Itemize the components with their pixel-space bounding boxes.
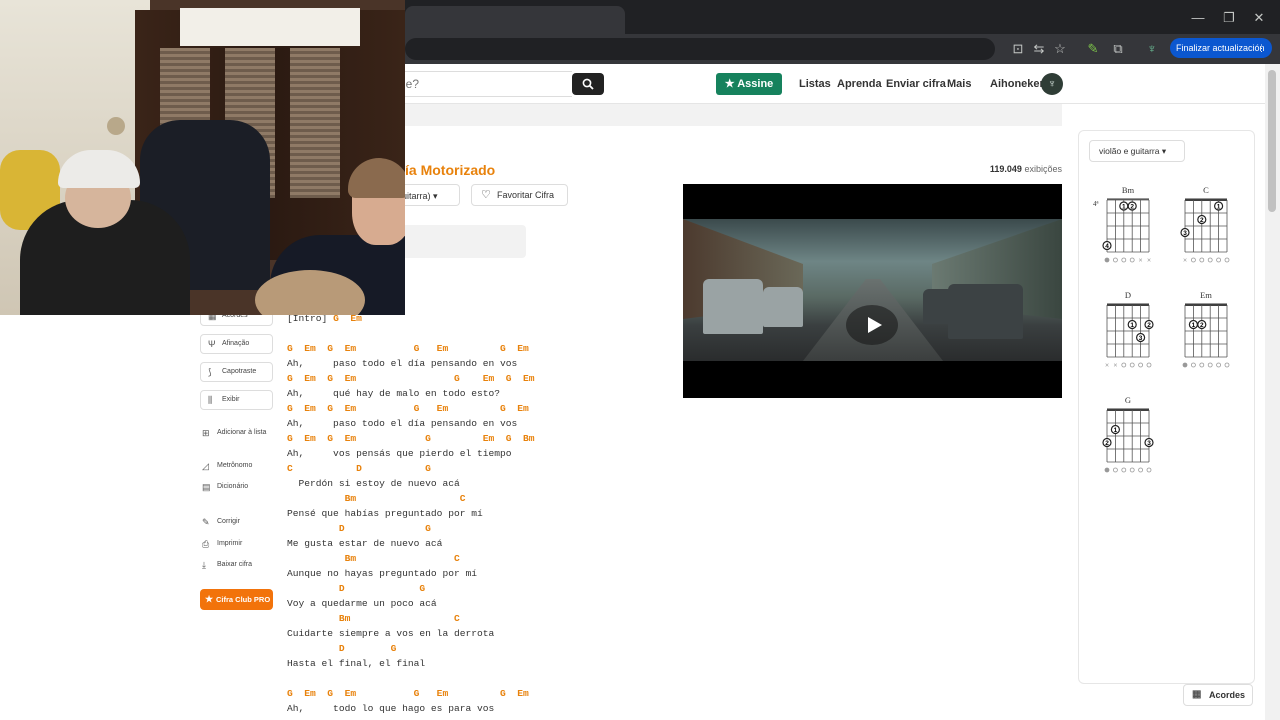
chord-line: Bm C (287, 553, 460, 564)
video-scene-car (923, 289, 958, 324)
webcam-shutter (290, 48, 340, 198)
add-to-list-link[interactable]: ⊞ Adicionar à lista (202, 428, 266, 438)
chord-line: Bm C (287, 493, 466, 504)
dictionary-link[interactable]: ▤ Dicionário (202, 482, 248, 492)
minimize-icon[interactable]: — (1188, 8, 1208, 28)
assine-button[interactable]: ★ Assine (716, 73, 782, 95)
chord-line: G Em G Em G Em G Em (287, 688, 529, 699)
sidebar-afinacao-button[interactable]: Ψ Afinação (200, 334, 273, 354)
add-list-icon: ⊞ (202, 428, 210, 438)
video-scene-car (763, 287, 803, 327)
play-button[interactable] (846, 305, 898, 345)
chord-panel (1078, 130, 1255, 684)
close-icon[interactable]: ✕ (1249, 8, 1269, 28)
columns-icon: ⫼ (208, 395, 213, 405)
heart-icon: ♡ (481, 189, 491, 201)
chord-line: C D G (287, 463, 431, 474)
capo-icon: ⟆ (208, 367, 212, 377)
breadcrumb-bar (405, 104, 1062, 126)
sidebar-exibir-button[interactable]: ⫼ Exibir (200, 390, 273, 410)
artist-name[interactable]: ía Motorizado (405, 162, 495, 178)
more-vert-icon: ⋮ (1257, 43, 1266, 53)
favorite-button[interactable]: ♡ Favoritar Cifra (471, 184, 568, 206)
caret-down-icon: ▾ (1161, 146, 1167, 156)
tuning-fork-icon: Ψ (208, 339, 216, 349)
address-bar[interactable] (405, 38, 995, 60)
chord-diagram-name[interactable]: Em (1181, 290, 1231, 300)
lyric-line: Pensé que habías preguntado por mí (287, 508, 483, 519)
username[interactable]: Aihoneker (990, 78, 1044, 90)
lyric-line: Ah, qué hay de malo en todo esto? (287, 388, 501, 399)
lyric-line: Hasta el final, el final (287, 658, 426, 669)
metronome-link[interactable]: ◿ Metrônomo (202, 461, 252, 471)
star-icon: ★ (205, 594, 214, 604)
print-icon: ⎙ (202, 539, 210, 549)
install-app-icon[interactable]: ⊡ (1009, 40, 1027, 58)
search-icon (582, 78, 594, 90)
chord-diagram-name[interactable]: C (1181, 185, 1231, 195)
webcam-clock (107, 117, 125, 135)
browser-tab[interactable] (405, 6, 625, 34)
lyric-line: Ah, vos pensás que pierdo el tiempo (287, 448, 512, 459)
ad-placeholder (405, 225, 526, 258)
profile-icon[interactable]: ♆ (1143, 40, 1161, 58)
lyric-line: Cuidarte siempre a vos en la derrota (287, 628, 495, 639)
correct-link[interactable]: ✎ Corrigir (202, 517, 240, 527)
avatar[interactable]: ♆ (1041, 73, 1063, 95)
chord-line: G Em G Em G Em G Em (287, 373, 535, 384)
translate-icon[interactable]: ⇆ (1030, 40, 1048, 58)
edit-icon: ✎ (202, 517, 210, 527)
webcam-overlay (0, 0, 405, 315)
lyric-line: Voy a quedarme un poco acá (287, 598, 437, 609)
bookmark-star-icon[interactable]: ☆ (1051, 40, 1069, 58)
chord-line: D G (287, 523, 431, 534)
book-icon: ▤ (202, 482, 211, 492)
extension-icon[interactable]: ✎ (1084, 40, 1102, 58)
chord-diagram-name[interactable]: Bm (1103, 185, 1153, 195)
video-player[interactable] (683, 184, 1062, 398)
search-button[interactable] (572, 73, 604, 95)
video-scene-car (703, 279, 763, 334)
restore-icon[interactable]: ❐ (1219, 8, 1239, 28)
acordes-panel-button[interactable]: ▦ Acordes (1183, 684, 1253, 706)
download-link[interactable]: ⤓ Baixar cifra (202, 560, 252, 570)
video-scene-car (948, 284, 1023, 339)
lyric-line: Ah, paso todo el día pensando en vos (287, 358, 518, 369)
lyric-line: Ah, paso todo el día pensando en vos (287, 418, 518, 429)
sidebar-capotraste-button[interactable]: ⟆ Capotraste (200, 362, 273, 382)
lyric-line: Me gusta estar de nuevo acá (287, 538, 443, 549)
print-link[interactable]: ⎙ Imprimir (202, 539, 242, 549)
chord-diagram-name[interactable]: D (1103, 290, 1153, 300)
lyric-line: Perdón si estoy de nuevo acá (287, 478, 460, 489)
nav-enviar-cifra[interactable]: Enviar cifra (886, 78, 946, 90)
chord-line: G Em G Em G Em G Bm (287, 433, 535, 444)
lyric-line: Ah, todo lo que hago es para vos (287, 703, 495, 714)
nav-aprenda[interactable]: Aprenda (837, 78, 882, 90)
chord-line: Bm C (287, 613, 460, 624)
chord-line: G Em G Em G Em G Em (287, 403, 529, 414)
update-button[interactable]: Finalizar actualización ⋮ (1170, 38, 1272, 58)
calendar-grid-icon: ▦ (1192, 689, 1202, 700)
video-thumbnail (683, 219, 1062, 361)
star-icon: ★ (724, 78, 738, 90)
lyric-line: Aunque no hayas preguntado por mí (287, 568, 477, 579)
view-count: 119.049 exibições (989, 164, 1062, 174)
instrument-chord-select[interactable]: violão e guitarra ▾ (1089, 140, 1185, 162)
chord-diagram-name[interactable]: G (1103, 395, 1153, 405)
chord-line: D G (287, 643, 397, 654)
chord-line: D G (287, 583, 426, 594)
caret-down-icon: ▾ (433, 191, 438, 201)
nav-listas[interactable]: Listas (799, 78, 831, 90)
download-icon: ⤓ (202, 560, 206, 570)
webcam-window (180, 8, 360, 46)
scrollbar-thumb[interactable] (1268, 70, 1276, 212)
nav-mais[interactable]: Mais (947, 78, 971, 90)
extensions-puzzle-icon[interactable]: ⧉ (1109, 40, 1127, 58)
fret-position-label: 4ª (1093, 200, 1099, 208)
cifra-club-pro-button[interactable]: ★ Cifra Club PRO (200, 589, 273, 610)
metronome-icon: ◿ (202, 461, 209, 471)
search-input[interactable] (380, 71, 572, 97)
chord-line: G Em G Em G Em G Em (287, 343, 529, 354)
